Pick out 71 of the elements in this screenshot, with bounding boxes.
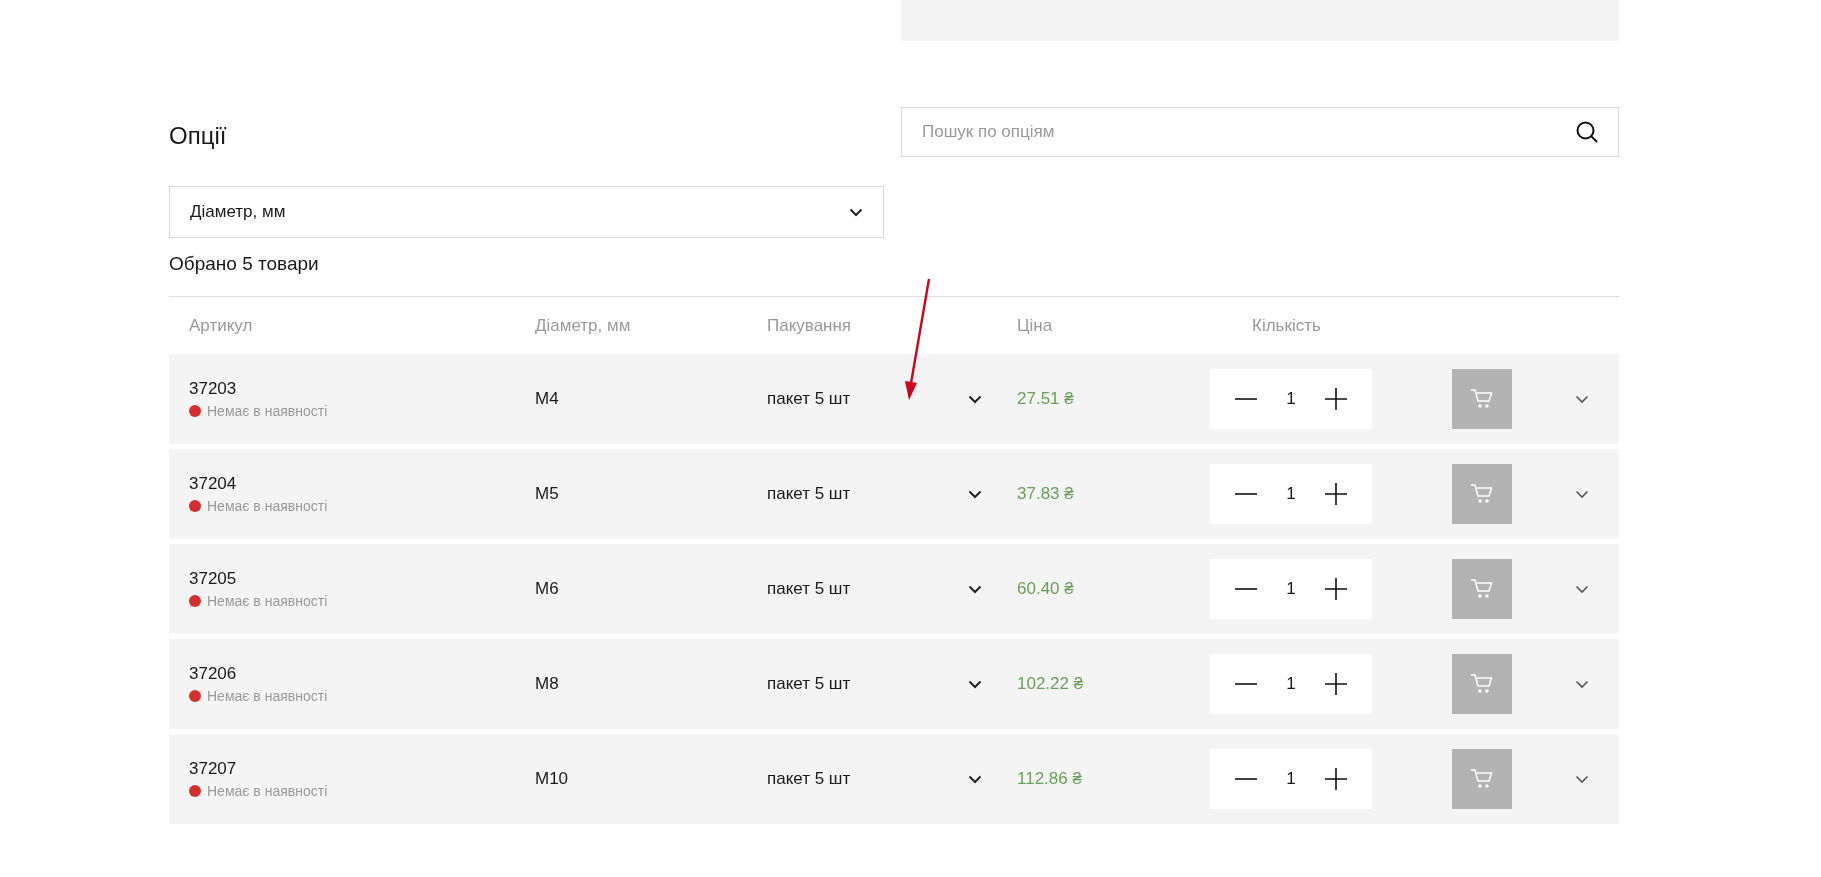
chevron-down-icon[interactable] xyxy=(968,679,982,689)
price-text: 112.86 ₴ xyxy=(1017,769,1083,789)
cart-icon xyxy=(1470,578,1494,600)
plus-icon[interactable] xyxy=(1325,673,1348,695)
quantity-value: 1 xyxy=(1286,579,1296,599)
quantity-value: 1 xyxy=(1286,674,1296,694)
column-header: Пакування xyxy=(767,315,853,336)
diameter-value: M10 xyxy=(535,769,570,789)
minus-icon[interactable] xyxy=(1234,493,1257,495)
column-header: Ціна xyxy=(1017,315,1054,336)
quantity-value: 1 xyxy=(1286,769,1296,789)
sku-text: 37205 xyxy=(189,569,238,589)
minus-icon[interactable] xyxy=(1234,588,1257,590)
column-header: Діаметр, мм xyxy=(535,315,632,336)
diameter-value: M5 xyxy=(535,484,560,504)
minus-icon[interactable] xyxy=(1234,398,1257,400)
quantity-stepper[interactable]: 1 xyxy=(1210,369,1372,429)
column-header: Кількість xyxy=(1251,315,1322,336)
chevron-down-icon[interactable] xyxy=(1575,489,1589,499)
column-header: Артикул xyxy=(189,315,254,336)
quantity-stepper[interactable]: 1 xyxy=(1210,654,1372,714)
quantity-value: 1 xyxy=(1286,389,1296,409)
section-title: Опції xyxy=(169,121,228,151)
stock-status: Немає в наявності xyxy=(207,688,328,704)
chevron-down-icon[interactable] xyxy=(1575,584,1589,594)
cart-icon xyxy=(1470,768,1494,790)
sku-text: 37206 xyxy=(189,664,238,684)
cart-icon xyxy=(1470,388,1494,410)
packaging-select[interactable]: пакет 5 шт xyxy=(767,484,968,504)
quantity-stepper[interactable]: 1 xyxy=(1210,749,1372,809)
quantity-value: 1 xyxy=(1286,484,1296,504)
packaging-select[interactable]: пакет 5 шт xyxy=(767,674,968,694)
plus-icon[interactable] xyxy=(1325,483,1348,505)
stock-status: Немає в наявності xyxy=(207,593,328,609)
packaging-select[interactable]: пакет 5 шт xyxy=(767,579,968,599)
search-icon xyxy=(1575,120,1599,144)
search-field[interactable]: Пошук по опціям xyxy=(901,107,1619,157)
cart-icon xyxy=(1470,673,1494,695)
packaging-select[interactable]: пакет 5 шт xyxy=(767,769,968,789)
price-text: 102.22 ₴ xyxy=(1017,674,1085,694)
sku-text: 37203 xyxy=(189,379,238,399)
chevron-down-icon[interactable] xyxy=(968,584,982,594)
chevron-down-icon[interactable] xyxy=(1575,679,1589,689)
chevron-down-icon[interactable] xyxy=(968,774,982,784)
chevron-down-icon[interactable] xyxy=(968,489,982,499)
chevron-down-icon[interactable] xyxy=(1575,774,1589,784)
plus-icon[interactable] xyxy=(1325,388,1348,410)
stock-status: Немає в наявності xyxy=(207,403,328,419)
quantity-stepper[interactable]: 1 xyxy=(1210,464,1372,524)
sku-text: 37207 xyxy=(189,759,238,779)
minus-icon[interactable] xyxy=(1234,683,1257,685)
chevron-down-icon[interactable] xyxy=(1575,394,1589,404)
minus-icon[interactable] xyxy=(1234,778,1257,780)
filter-dropdown[interactable]: Діаметр, мм xyxy=(169,186,884,238)
price-text: 60.40 ₴ xyxy=(1017,579,1075,599)
chevron-down-icon xyxy=(849,207,863,217)
cart-icon xyxy=(1470,483,1494,505)
chevron-down-icon[interactable] xyxy=(968,394,982,404)
diameter-value: M4 xyxy=(535,389,560,409)
packaging-select[interactable]: пакет 5 шт xyxy=(767,389,968,409)
selection-summary: Обрано 5 товари xyxy=(169,252,320,276)
diameter-value: M6 xyxy=(535,579,560,599)
price-text: 27.51 ₴ xyxy=(1017,389,1075,409)
stock-status: Немає в наявності xyxy=(207,498,328,514)
stock-status: Немає в наявності xyxy=(207,783,328,799)
plus-icon[interactable] xyxy=(1325,578,1348,600)
quantity-stepper[interactable]: 1 xyxy=(1210,559,1372,619)
sku-text: 37204 xyxy=(189,474,238,494)
price-text: 37.83 ₴ xyxy=(1017,484,1075,504)
plus-icon[interactable] xyxy=(1325,768,1348,790)
diameter-value: M8 xyxy=(535,674,560,694)
